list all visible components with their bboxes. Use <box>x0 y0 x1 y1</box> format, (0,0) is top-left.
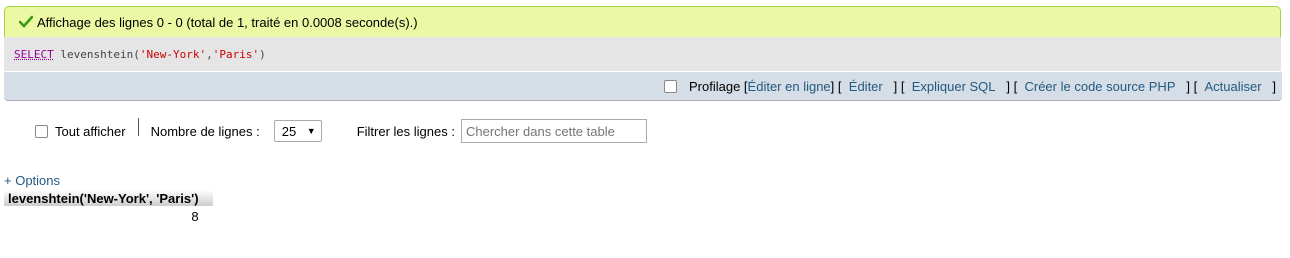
sql-comma: , <box>206 47 213 61</box>
bracket-open: [ <box>900 78 905 94</box>
sql-function: levenshtein( <box>60 47 140 61</box>
show-all-label: Tout afficher <box>55 123 126 139</box>
query-toolbar: Profilage [ Éditer en ligne] [ Éditer ] [… <box>4 72 1282 101</box>
show-all-checkbox[interactable] <box>35 124 48 138</box>
bracket-close: ] <box>1272 78 1276 94</box>
options-link[interactable]: + Options <box>4 173 60 188</box>
table-cell[interactable]: 8 <box>4 206 213 224</box>
table-row: 8 <box>4 206 213 224</box>
profiling-checkbox[interactable] <box>663 79 677 93</box>
refresh-link[interactable]: Actualiser <box>1204 79 1261 94</box>
check-icon <box>18 15 34 29</box>
profiling-label: Profilage <box>688 78 741 94</box>
edit-inline-link[interactable]: Éditer en ligne <box>748 79 831 94</box>
sql-arg-2: 'Paris' <box>212 47 260 61</box>
table-header-row: levenshtein('New-York', 'Paris') <box>4 190 213 206</box>
php-code-link[interactable]: Créer le code source PHP <box>1024 79 1175 94</box>
bracket-open: [ <box>1013 78 1018 94</box>
bracket-open: [ <box>1193 78 1198 94</box>
navigation-bar: Tout afficher Nombre de lignes : 25 ▼ Fi… <box>35 118 647 144</box>
rows-select-value: 25 <box>281 123 297 139</box>
separator <box>137 118 139 136</box>
bracket-close: ] <box>1186 78 1190 94</box>
sql-arg-1: 'New-York' <box>139 47 207 61</box>
filter-label: Filtrer les lignes : <box>356 123 455 139</box>
success-message-text: Affichage des lignes 0 - 0 (total de 1, … <box>37 14 418 30</box>
success-message: Affichage des lignes 0 - 0 (total de 1, … <box>4 6 1281 37</box>
sql-close: ) <box>259 47 266 61</box>
edit-link[interactable]: Éditer <box>849 79 883 94</box>
bracket-open: [ <box>837 78 842 94</box>
sql-query-box: SELECT levenshtein('New-York', 'Paris') <box>4 37 1281 71</box>
bracket-close: ] <box>893 78 898 94</box>
dropdown-arrow-icon: ▼ <box>306 126 316 136</box>
rows-label: Nombre de lignes : <box>150 123 260 139</box>
result-table: levenshtein('New-York', 'Paris') 8 <box>4 190 213 224</box>
filter-input[interactable] <box>460 119 647 143</box>
rows-select[interactable]: 25 ▼ <box>273 120 322 142</box>
sql-keyword[interactable]: SELECT <box>14 48 54 61</box>
explain-sql-link[interactable]: Expliquer SQL <box>912 79 996 94</box>
bracket-close: ] <box>1006 78 1010 94</box>
bracket-close: ] <box>830 78 835 94</box>
column-header[interactable]: levenshtein('New-York', 'Paris') <box>4 190 213 206</box>
